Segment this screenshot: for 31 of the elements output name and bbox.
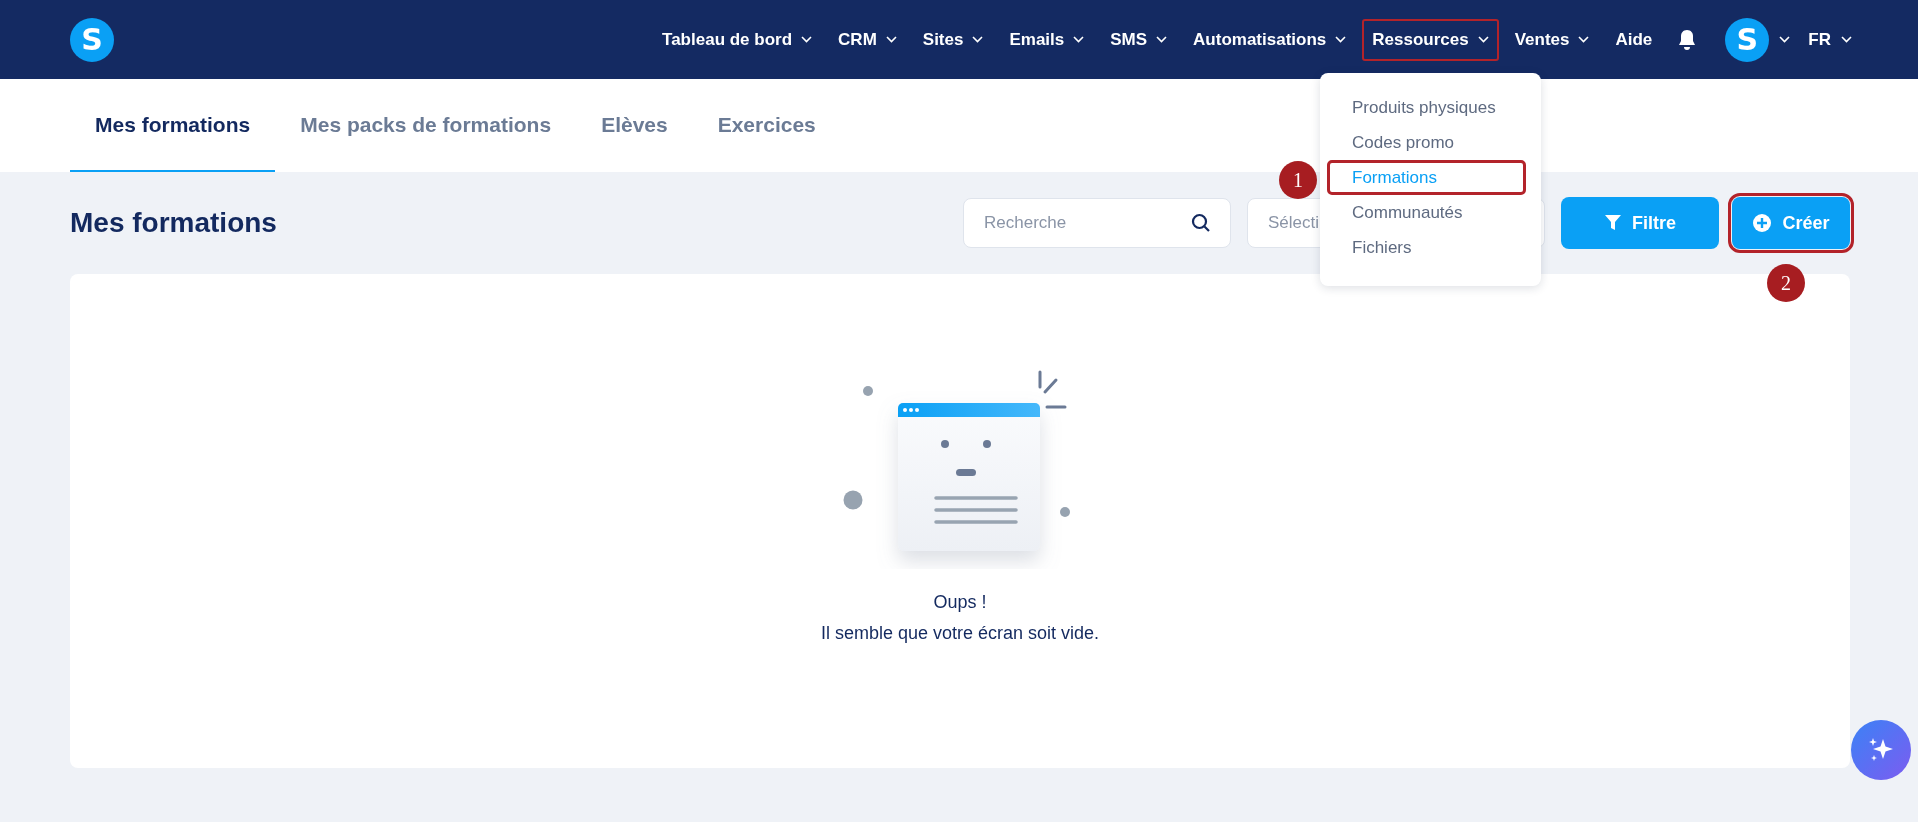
filter-icon	[1604, 214, 1622, 232]
nav-item[interactable]: Automatisations	[1183, 18, 1357, 61]
menu-item[interactable]: Communautés	[1327, 195, 1526, 230]
chevron-down-icon	[1779, 36, 1791, 43]
language-selector[interactable]: FR	[1808, 29, 1852, 50]
menu-item[interactable]: Codes promo	[1327, 125, 1526, 160]
nav-item[interactable]: CRM	[828, 18, 907, 61]
empty-title: Oups !	[932, 591, 988, 614]
search-field[interactable]: Recherche	[963, 198, 1231, 248]
search-icon	[1191, 213, 1211, 233]
nav-item[interactable]: Aide	[1605, 18, 1663, 61]
tab[interactable]: Elèves	[576, 79, 693, 172]
nav-item[interactable]: Ventes	[1504, 18, 1600, 61]
chevron-down-icon	[1841, 36, 1852, 43]
nav-item[interactable]: Emails	[999, 18, 1095, 61]
page-title: Mes formations	[70, 207, 278, 239]
empty-message: Il semble que votre écran soit vide.	[820, 622, 1100, 645]
nav-item[interactable]: Tableau de bord	[652, 18, 823, 61]
tab[interactable]: Exercices	[692, 79, 841, 172]
nav-item[interactable]: Ressources	[1362, 18, 1499, 61]
step-number-badge: 1	[1279, 161, 1317, 199]
nav-item[interactable]: Sites	[912, 18, 994, 61]
menu-item[interactable]: Fichiers	[1327, 230, 1526, 265]
tab[interactable]: Mes formations	[70, 79, 276, 172]
menu-item[interactable]: Produits physiques	[1327, 90, 1526, 125]
assistant-button[interactable]	[1851, 720, 1911, 780]
nav-item[interactable]: SMS	[1100, 18, 1178, 61]
bell-icon[interactable]	[1677, 28, 1698, 51]
tab[interactable]: Mes packs de formations	[275, 79, 577, 172]
plus-circle-icon	[1752, 213, 1773, 233]
step-number-badge: 2	[1767, 264, 1805, 302]
